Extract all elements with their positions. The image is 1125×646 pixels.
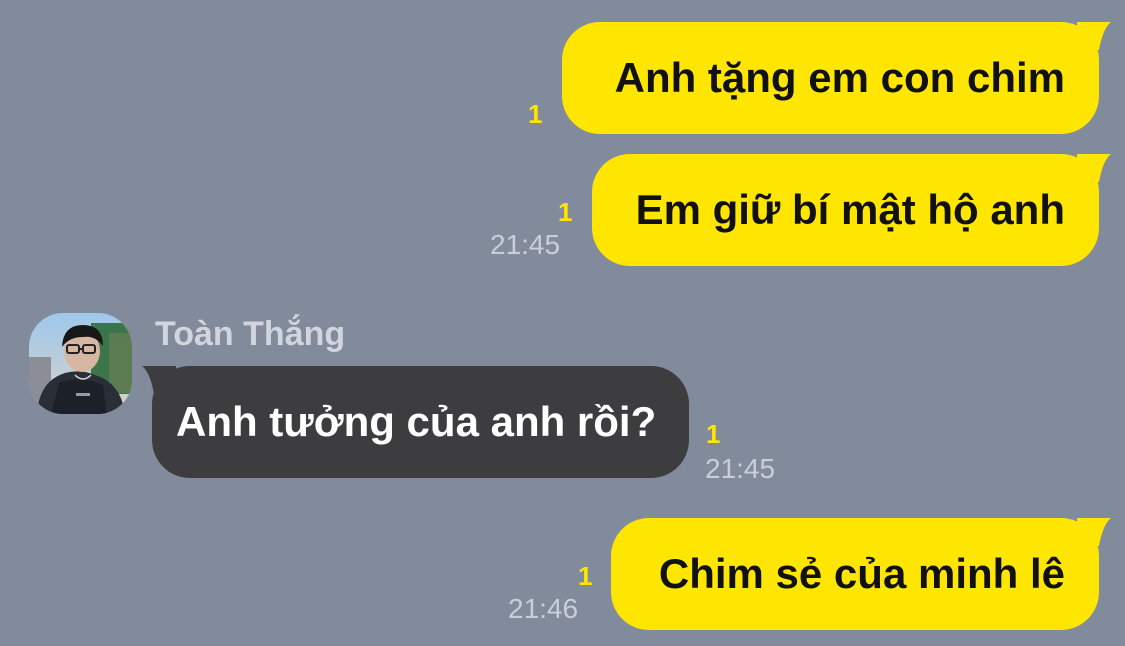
message-timestamp: 21:45 bbox=[490, 229, 561, 260]
sender-name: Toàn Thắng bbox=[155, 315, 346, 353]
message-text: Em giữ bí mật hộ anh bbox=[635, 186, 1065, 233]
message-bubble-outgoing[interactable]: Chim sẻ của minh lê bbox=[611, 518, 1111, 630]
unread-count: 1 bbox=[578, 561, 593, 591]
message-text: Anh tưởng của anh rồi? bbox=[176, 398, 657, 445]
bubble-tail bbox=[1077, 154, 1111, 182]
unread-count: 1 bbox=[558, 197, 573, 227]
message-bubble-incoming[interactable]: Anh tưởng của anh rồi? bbox=[142, 366, 689, 478]
avatar[interactable] bbox=[29, 313, 132, 414]
bubble-tail bbox=[142, 366, 176, 394]
bubble-tail bbox=[1077, 518, 1111, 546]
message-text: Chim sẻ của minh lê bbox=[658, 550, 1065, 597]
message-timestamp: 21:46 bbox=[508, 593, 579, 624]
unread-count: 1 bbox=[528, 99, 543, 129]
message-bubble-outgoing[interactable]: Em giữ bí mật hộ anh bbox=[592, 154, 1111, 266]
chat-thread: Anh tặng em con chim 1 Em giữ bí mật hộ … bbox=[0, 0, 1125, 646]
bubble-tail bbox=[1077, 22, 1111, 50]
message-timestamp: 21:45 bbox=[705, 453, 776, 484]
message-text: Anh tặng em con chim bbox=[614, 54, 1065, 101]
unread-count: 1 bbox=[706, 419, 721, 449]
message-bubble-outgoing[interactable]: Anh tặng em con chim bbox=[562, 22, 1111, 134]
profile-photo-icon bbox=[29, 313, 132, 414]
